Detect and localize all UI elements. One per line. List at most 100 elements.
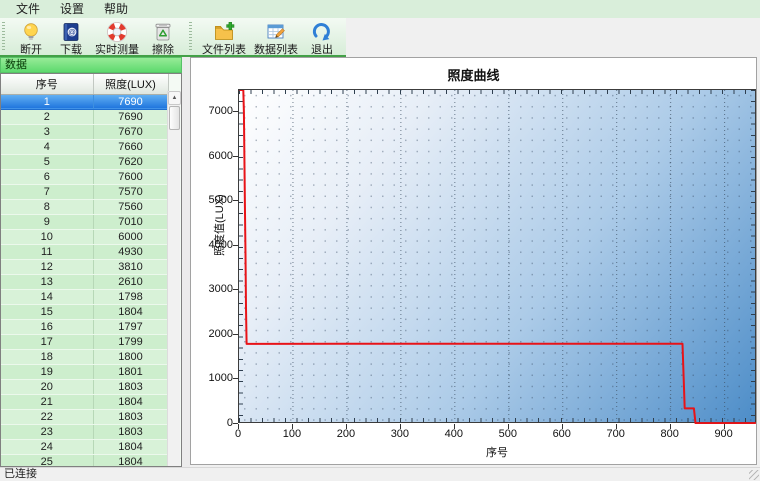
table-cell: 4 [1, 139, 94, 155]
table-cell: 21 [1, 394, 94, 410]
table-row[interactable]: 5 7620 [1, 154, 169, 170]
table-row[interactable]: 6 7600 [1, 169, 169, 185]
data-list-button[interactable]: 数据列表 [250, 19, 302, 56]
connection-status: 已连接 [4, 468, 37, 480]
data-panel-title: 数据 [0, 57, 182, 73]
curve-svg [239, 90, 756, 424]
table-row[interactable]: 12 3810 [1, 259, 169, 275]
table-row[interactable]: 16 1797 [1, 319, 169, 335]
toolbar-gripper[interactable] [2, 22, 8, 52]
table-cell: 7690 [93, 94, 169, 110]
column-header-lux[interactable]: 照度(LUX) [93, 74, 169, 95]
table-cell: 6 [1, 169, 94, 185]
data-list-label: 数据列表 [254, 44, 298, 56]
table-cell: 13 [1, 274, 94, 290]
table-cell: 4930 [93, 244, 169, 260]
table-cell: 25 [1, 454, 94, 466]
table-cell: 22 [1, 409, 94, 425]
table-cell: 15 [1, 304, 94, 320]
table-cell: 16 [1, 319, 94, 335]
table-cell: 7690 [93, 109, 169, 125]
table-cell: 12 [1, 259, 94, 275]
address-book-icon: @ [60, 21, 82, 43]
table-cell: 7560 [93, 199, 169, 215]
table-row[interactable]: 1 7690 [1, 94, 169, 110]
table-row[interactable]: 9 7010 [1, 214, 169, 230]
table-cell: 7660 [93, 139, 169, 155]
recycle-bin-icon [152, 21, 174, 43]
download-button[interactable]: @ 下载 [51, 19, 91, 56]
table-cell: 1803 [93, 379, 169, 395]
table-cell: 1798 [93, 289, 169, 305]
menu-file[interactable]: 文件 [6, 0, 50, 18]
realtime-measure-label: 实时测量 [95, 44, 139, 56]
scroll-thumb[interactable] [169, 106, 180, 130]
menu-help[interactable]: 帮助 [94, 0, 138, 18]
table-row[interactable]: 21 1804 [1, 394, 169, 410]
folder-add-icon [213, 21, 235, 43]
table-row[interactable]: 8 7560 [1, 199, 169, 215]
disconnect-button[interactable]: 断开 [11, 19, 51, 56]
exit-button[interactable]: 退出 [302, 19, 342, 56]
table-cell: 10 [1, 229, 94, 245]
table-cell: 1797 [93, 319, 169, 335]
toolbar: 断开 @ 下载 实时测量 擦除 文件列表 数据列表 退出 [0, 18, 760, 57]
file-list-label: 文件列表 [202, 44, 246, 56]
table-cell: 17 [1, 334, 94, 350]
table-row[interactable]: 13 2610 [1, 274, 169, 290]
table-row[interactable]: 2 7690 [1, 109, 169, 125]
menu-bar: 文件 设置 帮助 [0, 0, 760, 18]
menu-settings[interactable]: 设置 [50, 0, 94, 18]
table-cell: 5 [1, 154, 94, 170]
table-row[interactable]: 19 1801 [1, 364, 169, 380]
column-header-seq[interactable]: 序号 [1, 74, 94, 95]
table-cell: 19 [1, 364, 94, 380]
table-cell: 7620 [93, 154, 169, 170]
table-cell: 6000 [93, 229, 169, 245]
table-cell: 3810 [93, 259, 169, 275]
table-cell: 3 [1, 124, 94, 140]
table-cell: 7600 [93, 169, 169, 185]
table-scrollbar[interactable]: ▲ ▼ [167, 91, 181, 466]
table-row[interactable]: 4 7660 [1, 139, 169, 155]
plot-area [238, 89, 756, 424]
realtime-measure-button[interactable]: 实时测量 [91, 19, 143, 56]
resize-grip[interactable] [749, 470, 759, 480]
table-cell: 1 [1, 94, 94, 110]
exit-arrow-icon [311, 21, 333, 43]
bulb-icon [20, 21, 42, 43]
table-row[interactable]: 14 1798 [1, 289, 169, 305]
table-cell: 1804 [93, 304, 169, 320]
chart-panel: 照度曲线 照度值(LUX) 0 1000 2000 3000 4000 5000 6000 7… [190, 57, 757, 465]
table-row[interactable]: 7 7570 [1, 184, 169, 200]
table-row[interactable]: 25 1804 [1, 454, 169, 466]
data-table: 序号 照度(LUX) 1 7690 2 7690 3 7670 4 7660 5 7620 6 760… [0, 73, 182, 467]
lifebuoy-icon [106, 21, 128, 43]
table-row[interactable]: 18 1800 [1, 349, 169, 365]
table-cell: 24 [1, 439, 94, 455]
table-cell: 8 [1, 199, 94, 215]
table-row[interactable]: 20 1803 [1, 379, 169, 395]
erase-button[interactable]: 擦除 [143, 19, 183, 56]
table-row[interactable]: 10 6000 [1, 229, 169, 245]
table-row[interactable]: 15 1804 [1, 304, 169, 320]
table-row[interactable]: 24 1804 [1, 439, 169, 455]
table-row[interactable]: 3 7670 [1, 124, 169, 140]
table-cell: 1804 [93, 454, 169, 466]
table-row[interactable]: 11 4930 [1, 244, 169, 260]
file-list-button[interactable]: 文件列表 [198, 19, 250, 56]
toolbar-gripper-2[interactable] [189, 22, 195, 52]
app-window: 文件 设置 帮助 断开 @ 下载 实时测量 擦除 文件列表 数据列表 退出 数据… [0, 0, 760, 481]
exit-label: 退出 [311, 44, 333, 56]
table-cell: 7570 [93, 184, 169, 200]
table-cell: 2610 [93, 274, 169, 290]
scroll-up-button[interactable]: ▲ [168, 91, 181, 105]
table-row[interactable]: 17 1799 [1, 334, 169, 350]
table-cell: 1801 [93, 364, 169, 380]
table-cell: 7 [1, 184, 94, 200]
table-row[interactable]: 22 1803 [1, 409, 169, 425]
panel-splitter[interactable] [182, 57, 190, 467]
illuminance-curve [239, 90, 756, 424]
table-row[interactable]: 23 1803 [1, 424, 169, 440]
erase-label: 擦除 [152, 44, 174, 56]
